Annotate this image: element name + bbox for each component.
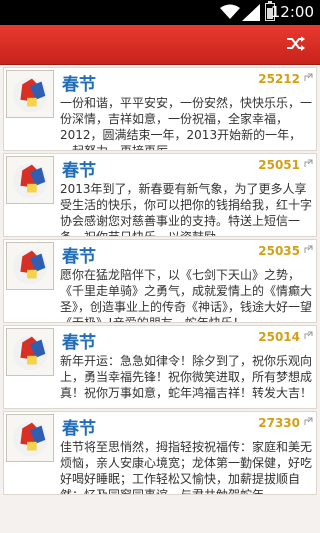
new-year-icon (6, 242, 54, 290)
sms-list: 春节 25212 一份和谐，平平安安，一份安然，快快乐乐，一份深情，吉祥如意，一… (0, 65, 320, 495)
item-title: 春节 (62, 75, 96, 95)
list-item[interactable]: 春节 25212 一份和谐，平平安安，一份安然，快快乐乐，一份深情，吉祥如意，一… (3, 67, 317, 151)
share-icon[interactable] (304, 73, 313, 82)
item-title: 春节 (62, 247, 96, 267)
list-item[interactable]: 春节 27330 佳节将至思悄然，拇指轻按祝福传：家庭和美无烦恼，亲人安康心境宽… (3, 411, 317, 495)
item-title: 春节 (62, 161, 96, 181)
new-year-icon (6, 70, 54, 118)
sms-text: 新年开运：急急如律令！除夕到了，祝你乐观向上，勇当幸福先锋！祝你微笑进取，所有梦… (60, 354, 313, 400)
share-icon[interactable] (304, 245, 313, 254)
wifi-icon (220, 4, 240, 19)
item-title: 春节 (62, 333, 96, 353)
view-count: 27330 (258, 416, 300, 430)
sms-text: 愿你在猛龙陪伴下，以《七剑下天山》之势，《千里走单骑》之勇气，成就爱情上的《情癫… (60, 268, 313, 323)
sms-text: 佳节将至思悄然，拇指轻按祝福传：家庭和美无烦恼，亲人安康心境宽；龙体第一勤保健，… (60, 440, 313, 495)
share-icon[interactable] (304, 417, 313, 426)
view-count: 25035 (258, 244, 300, 258)
view-count: 25051 (258, 158, 300, 172)
view-count: 25212 (258, 72, 300, 86)
new-year-icon (6, 414, 54, 462)
sms-text: 2013年到了，新春要有新气象，为了更多人享受生活的快乐，你可以把你的钱捐给我，… (60, 182, 313, 237)
list-item[interactable]: 春节 25014 新年开运：急急如律令！除夕到了，祝你乐观向上，勇当幸福先锋！祝… (3, 325, 317, 409)
view-count: 25014 (258, 330, 300, 344)
new-year-icon (6, 328, 54, 376)
share-icon[interactable] (304, 331, 313, 340)
list-item[interactable]: 春节 25051 2013年到了，新春要有新气象，为了更多人享受生活的快乐，你可… (3, 153, 317, 237)
shuffle-icon[interactable] (286, 35, 306, 53)
signal-icon (242, 4, 260, 21)
top-bar (0, 25, 320, 65)
share-icon[interactable] (304, 159, 313, 168)
clock: 12:00 (270, 3, 314, 21)
new-year-icon (6, 156, 54, 204)
item-title: 春节 (62, 419, 96, 439)
list-item[interactable]: 春节 25035 愿你在猛龙陪伴下，以《七剑下天山》之势，《千里走单骑》之勇气，… (3, 239, 317, 323)
status-bar: 12:00 (0, 0, 320, 25)
sms-text: 一份和谐，平平安安，一份安然，快快乐乐，一份深情，吉祥如意，一份祝福，全家幸福，… (60, 96, 313, 151)
